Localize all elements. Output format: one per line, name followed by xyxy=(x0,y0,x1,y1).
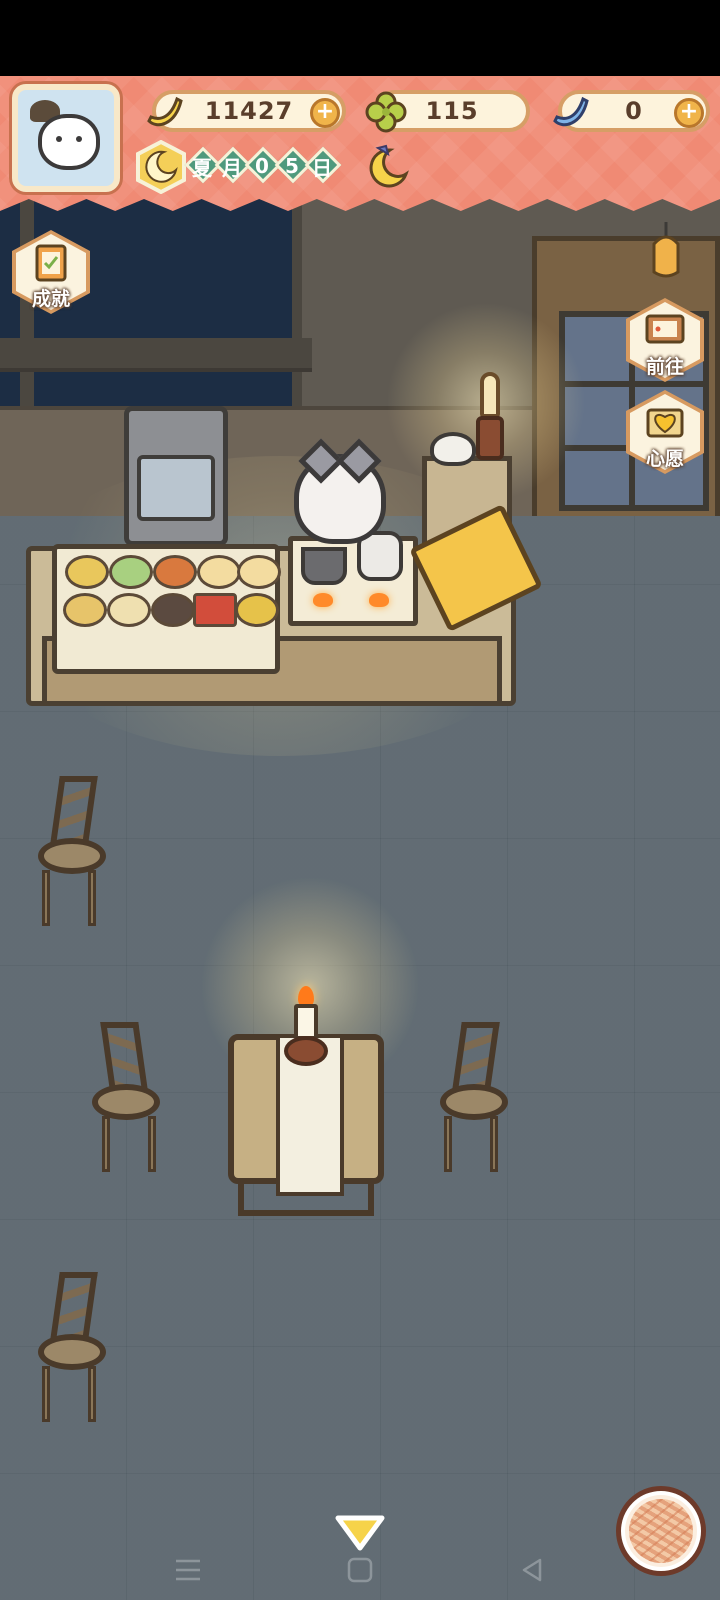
teapot xyxy=(430,432,476,466)
chair[interactable] xyxy=(32,1272,110,1422)
date-day-char: 日 xyxy=(304,146,342,184)
dish xyxy=(237,555,281,589)
hanging-bell-icon[interactable] xyxy=(646,222,686,280)
heart-book-icon xyxy=(642,402,688,442)
dish xyxy=(197,555,241,589)
oven[interactable] xyxy=(124,406,228,546)
flame-icon xyxy=(369,593,389,607)
achievements-button[interactable]: 成就 xyxy=(10,228,92,318)
menu-icon[interactable] xyxy=(168,1552,208,1588)
cat-avatar[interactable] xyxy=(12,84,120,192)
food-display-tray[interactable] xyxy=(52,544,281,674)
sleeping-moon-icon[interactable] xyxy=(364,144,410,190)
dish xyxy=(153,555,197,589)
dish xyxy=(235,593,279,627)
stove[interactable] xyxy=(288,531,418,626)
moon-badge-icon[interactable] xyxy=(134,139,188,195)
wishes-label: 心愿 xyxy=(645,448,684,470)
window-sill xyxy=(0,338,312,372)
cooking-pot xyxy=(301,547,347,585)
dish xyxy=(65,555,109,589)
clover-currency: 115 xyxy=(365,90,530,133)
status-bar xyxy=(0,0,720,76)
add-blue-banana-button[interactable]: + xyxy=(674,98,704,128)
dish xyxy=(107,593,151,627)
banana-currency: 11427 + xyxy=(147,90,346,132)
notice-board-icon xyxy=(642,310,688,350)
dish xyxy=(193,593,237,627)
candle xyxy=(284,986,330,1066)
date-month-char: 月 xyxy=(214,146,252,184)
system-nav-bar xyxy=(0,1540,720,1600)
chef-cat[interactable] xyxy=(294,454,386,544)
wishes-button[interactable]: 心愿 xyxy=(624,388,706,478)
dish xyxy=(109,555,153,589)
date-season: 夏 xyxy=(184,146,222,184)
dish xyxy=(151,593,195,627)
restaurant-scene[interactable] xyxy=(0,76,720,1600)
home-icon[interactable] xyxy=(340,1552,380,1588)
goto-button[interactable]: 前往 xyxy=(624,296,706,386)
clipboard-icon xyxy=(28,242,74,282)
add-banana-button[interactable]: + xyxy=(310,98,340,128)
calendar-date: 夏 月 0 5 日 xyxy=(184,146,342,188)
clover-count: 115 xyxy=(425,97,479,125)
chair[interactable] xyxy=(32,776,110,926)
chair[interactable] xyxy=(88,1022,166,1172)
dish xyxy=(63,593,107,627)
flame-icon xyxy=(313,593,333,607)
blue-banana-currency: 0 + xyxy=(553,90,710,132)
goto-label: 前往 xyxy=(645,356,684,378)
oil-lamp xyxy=(476,372,504,468)
date-digit: 5 xyxy=(274,146,312,184)
back-icon[interactable] xyxy=(512,1552,552,1588)
achievements-label: 成就 xyxy=(31,288,70,310)
chair[interactable] xyxy=(434,1022,512,1172)
date-digit: 0 xyxy=(244,146,282,184)
